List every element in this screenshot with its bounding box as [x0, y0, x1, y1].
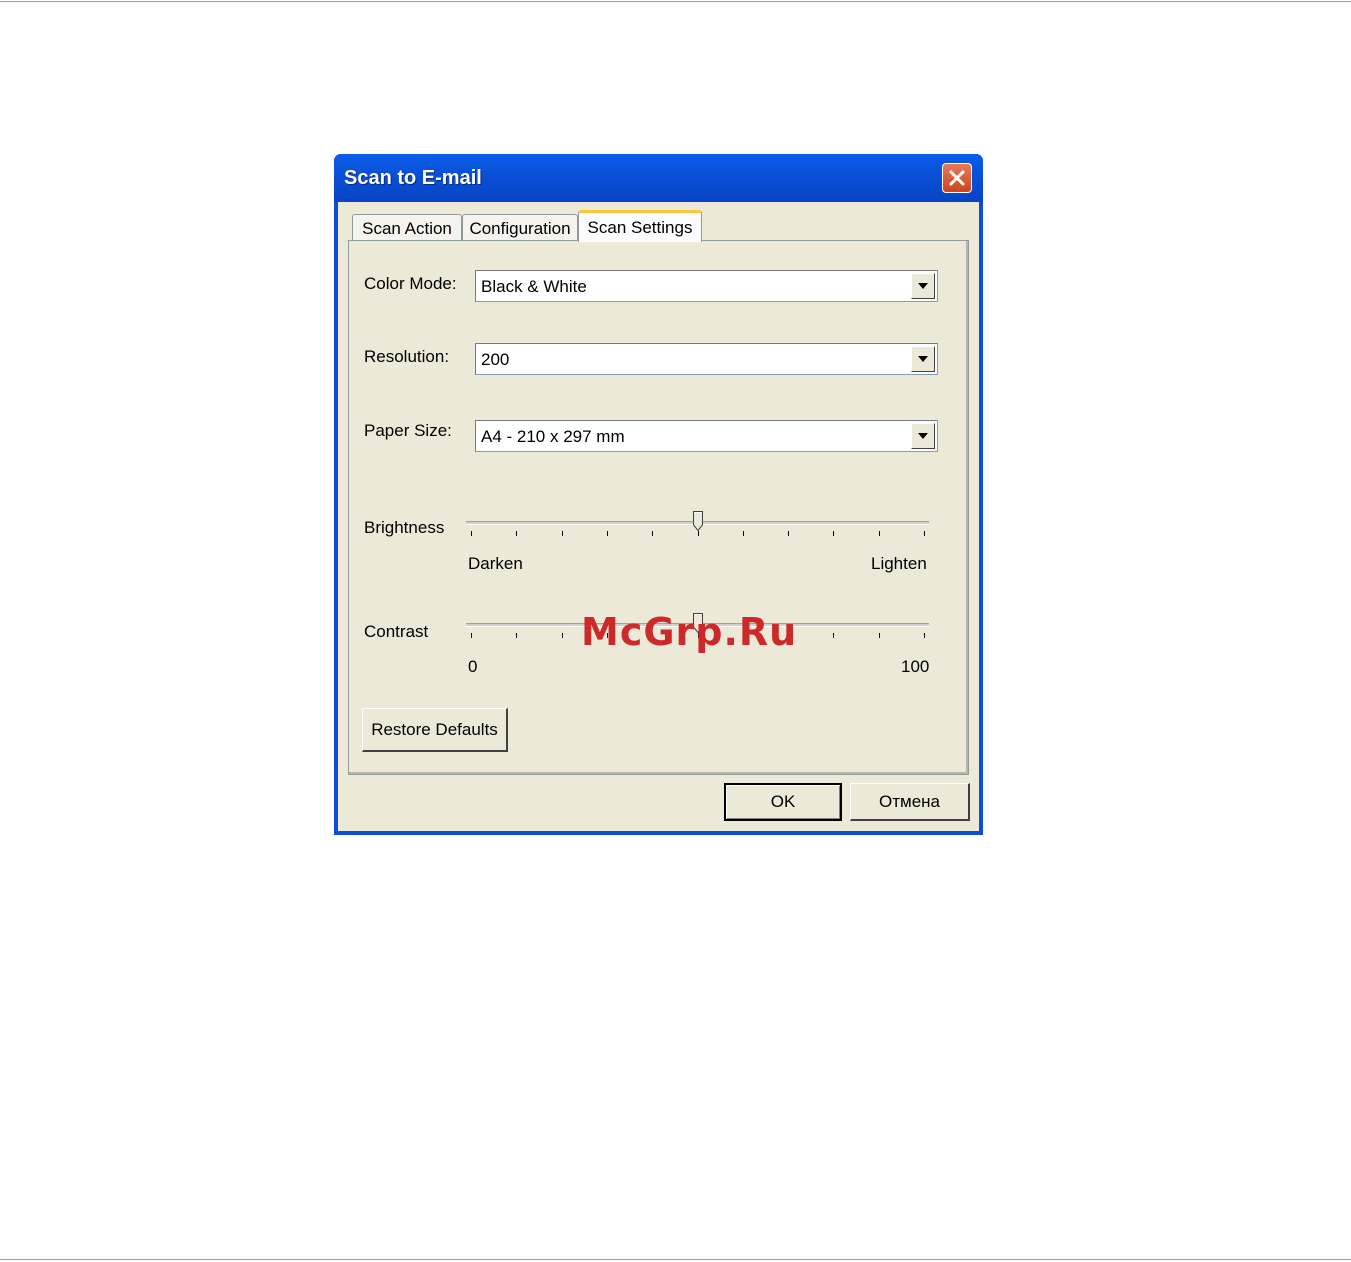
slider-tick: [833, 633, 835, 638]
slider-tick: [561, 633, 563, 638]
contrast-label: Contrast: [364, 622, 429, 641]
restore-defaults-button[interactable]: Restore Defaults: [362, 708, 508, 752]
paper-size-value: A4 - 210 x 297 mm: [481, 427, 625, 446]
resolution-value: 200: [481, 350, 510, 369]
tab-configuration[interactable]: Configuration: [462, 214, 578, 242]
chevron-down-icon[interactable]: [911, 346, 935, 372]
ok-button[interactable]: OK: [724, 783, 842, 821]
slider-tick: [561, 531, 563, 536]
watermark-text: McGrp.Ru: [581, 610, 798, 654]
slider-tick: [471, 633, 472, 638]
slider-thumb[interactable]: [692, 511, 703, 531]
brightness-label: Brightness: [364, 518, 445, 537]
slider-tick: [924, 633, 925, 638]
paper-size-select[interactable]: A4 - 210 x 297 mm: [475, 420, 938, 452]
dialog-client: Scan Action Configuration Scan Settings …: [338, 202, 979, 831]
color-mode-label: Color Mode:: [364, 274, 457, 293]
restore-defaults-label: Restore Defaults: [371, 719, 498, 739]
slider-tick: [924, 531, 925, 536]
brightness-slider[interactable]: [466, 509, 929, 541]
title-bar[interactable]: Scan to E-mail: [334, 154, 983, 202]
close-icon: [949, 170, 965, 186]
slider-tick: [697, 531, 699, 536]
slider-tick: [471, 531, 472, 536]
brightness-min-label: Darken: [468, 554, 523, 573]
tab-scan-action[interactable]: Scan Action: [352, 214, 462, 242]
tab-label: Scan Settings: [587, 217, 693, 237]
tab-label: Scan Action: [362, 218, 452, 238]
close-button[interactable]: [942, 163, 972, 193]
tab-label: Configuration: [469, 218, 571, 238]
chevron-down-icon[interactable]: [911, 273, 935, 299]
dialog-title: Scan to E-mail: [344, 167, 482, 189]
slider-tick: [788, 531, 790, 536]
contrast-max-label: 100: [901, 657, 930, 676]
slider-tick: [878, 531, 880, 536]
brightness-max-label: Lighten: [871, 554, 927, 573]
ok-label: OK: [770, 792, 796, 811]
cancel-button[interactable]: Отмена: [850, 783, 970, 821]
tab-scan-settings[interactable]: Scan Settings: [578, 210, 702, 242]
contrast-min-label: 0: [468, 657, 478, 676]
top-rule: [0, 1, 1351, 2]
resolution-label: Resolution:: [364, 347, 450, 366]
chevron-down-icon[interactable]: [911, 423, 935, 449]
slider-tick: [516, 633, 518, 638]
color-mode-select[interactable]: Black & White: [475, 270, 938, 302]
bottom-rule: [0, 1259, 1351, 1260]
slider-tick: [652, 531, 654, 536]
paper-size-label: Paper Size:: [364, 421, 452, 440]
slider-tick: [606, 531, 608, 536]
resolution-select[interactable]: 200: [475, 343, 938, 375]
cancel-label: Отмена: [879, 791, 940, 811]
slider-tick: [878, 633, 880, 638]
scan-to-email-dialog: Scan to E-mail Scan Action Configuration…: [334, 154, 983, 835]
scan-settings-panel: Color Mode: Black & White Resolution: 20…: [348, 240, 969, 775]
slider-tick: [833, 531, 835, 536]
slider-tick: [742, 531, 744, 536]
color-mode-value: Black & White: [481, 277, 587, 296]
slider-tick: [516, 531, 518, 536]
